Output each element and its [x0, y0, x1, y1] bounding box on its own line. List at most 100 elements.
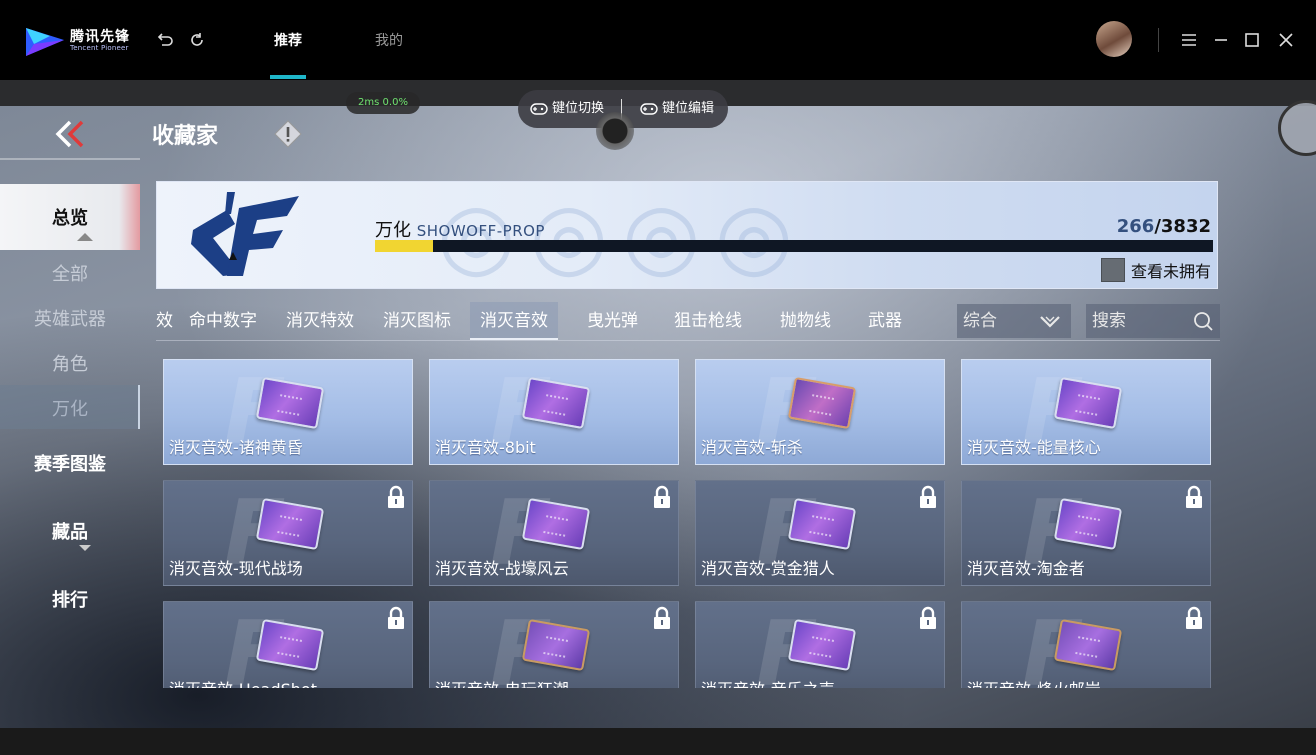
item-card-name: 消灭音效-8bit [435, 438, 536, 457]
item-card-name: 消灭音效-音乐之声 [701, 676, 835, 688]
nav-ranking[interactable]: 排行 [0, 586, 140, 612]
lock-icon [1186, 485, 1202, 508]
lock-icon [920, 606, 936, 629]
item-card[interactable]: F消灭音效-HeadShot [163, 601, 413, 688]
tab-kill-icon[interactable]: 消灭图标 [383, 302, 451, 340]
owned-count: 266 [1116, 216, 1155, 237]
sort-value: 综合 [963, 311, 997, 331]
tab-sniper-line[interactable]: 狙击枪线 [674, 302, 742, 340]
cf-logo-icon [191, 192, 299, 276]
collection-count: 266/3832 [1117, 216, 1211, 237]
close-icon[interactable] [1276, 30, 1296, 50]
game-view: 2ms 0.0% 键位切换 键位编辑 收藏家 总览 全部 英雄武器 角色 万化 … [0, 80, 1316, 728]
show-unowned-toggle[interactable]: 查看未拥有 [1100, 258, 1211, 282]
search-input[interactable]: 搜索 [1086, 304, 1220, 338]
latency-value: 2ms [358, 97, 380, 108]
tab-weapons[interactable]: 武器 [868, 302, 902, 340]
lock-icon [388, 485, 404, 508]
lock-icon [654, 485, 670, 508]
banner-title-cn: 万化 [375, 220, 411, 241]
maximize-icon[interactable] [1242, 30, 1262, 50]
tab-parabola[interactable]: 抛物线 [780, 302, 831, 340]
item-card-name: 消灭音效-战壕风云 [435, 559, 569, 578]
tab-partial[interactable]: 效 [156, 302, 173, 340]
key-edit-button[interactable]: 键位编辑 [640, 90, 714, 128]
total-count: /3832 [1154, 216, 1211, 237]
item-card-name: 消灭音效-HeadShot [169, 676, 317, 688]
item-card[interactable]: F 消灭音效-诸神黄昏 [163, 359, 413, 465]
bottom-strip [0, 728, 1316, 755]
item-card-name: 消灭音效-诸神黄昏 [169, 438, 303, 457]
app-logo: 腾讯先锋 Tencent Pioneer [24, 20, 134, 60]
item-card-name: 消灭音效-电玩狂潮 [435, 676, 569, 688]
menu-icon[interactable] [1179, 30, 1199, 50]
item-card[interactable]: F消灭音效-电玩狂潮 [429, 601, 679, 688]
nav-characters[interactable]: 角色 [0, 350, 140, 376]
tab-kill-effect[interactable]: 消灭特效 [286, 302, 354, 340]
banner-title-en: SHOWOFF-PROP [416, 222, 545, 240]
progress-fill [375, 240, 434, 252]
show-unowned-checkbox[interactable] [1100, 258, 1125, 282]
item-card[interactable]: F 消灭音效-斩杀 [695, 359, 945, 465]
user-avatar[interactable] [1096, 21, 1132, 57]
tab-recommend[interactable]: 推荐 [274, 30, 302, 50]
nav-hero-weapons[interactable]: 英雄武器 [0, 305, 140, 331]
nav-overview[interactable]: 总览 [0, 204, 140, 230]
undo-icon[interactable] [155, 30, 175, 50]
sort-dropdown[interactable]: 综合 [957, 304, 1071, 338]
logo-text: 腾讯先锋 [70, 29, 130, 45]
item-card-name: 消灭音效-赏金猎人 [701, 559, 835, 578]
search-placeholder: 搜索 [1092, 311, 1126, 331]
packet-loss-value: 0.0% [382, 97, 408, 108]
key-edit-label: 键位编辑 [662, 101, 715, 116]
category-tabs: 效 命中数字 消灭特效 消灭图标 消灭音效 曳光弹 狙击枪线 抛物线 武器 [156, 302, 956, 342]
logo-mark-icon [26, 28, 64, 56]
tab-mine[interactable]: 我的 [375, 30, 403, 50]
refresh-icon[interactable] [187, 30, 207, 50]
minimize-icon[interactable] [1211, 30, 1231, 50]
info-icon[interactable] [274, 120, 302, 148]
banner-title: 万化 SHOWOFF-PROP [375, 216, 545, 242]
active-tab-indicator [270, 75, 306, 79]
lock-icon [388, 606, 404, 629]
lock-icon [1186, 606, 1202, 629]
item-card[interactable]: F 消灭音效-能量核心 [961, 359, 1211, 465]
item-card[interactable]: F消灭音效-烽火邮岩 [961, 601, 1211, 688]
back-icon[interactable] [54, 118, 86, 150]
collection-progress-bar [375, 240, 1213, 252]
titlebar-divider [1158, 28, 1159, 52]
floating-control-handle[interactable] [596, 112, 634, 150]
window-titlebar: 腾讯先锋 Tencent Pioneer 推荐 我的 [0, 0, 1316, 80]
nav-all[interactable]: 全部 [0, 260, 140, 286]
logo-subtext: Tencent Pioneer [70, 44, 129, 52]
caret-down-icon [79, 545, 91, 551]
caret-up-icon [77, 233, 93, 241]
item-card[interactable]: F 消灭音效-8bit [429, 359, 679, 465]
lock-icon [654, 606, 670, 629]
show-unowned-label: 查看未拥有 [1130, 262, 1211, 281]
item-card-name: 消灭音效-烽火邮岩 [967, 676, 1101, 688]
item-card-name: 消灭音效-现代战场 [169, 559, 303, 578]
key-switch-button[interactable]: 键位切换 [530, 90, 604, 128]
side-round-button[interactable] [1278, 100, 1316, 156]
network-status: 2ms 0.0% [346, 92, 420, 114]
tab-tracer[interactable]: 曳光弹 [587, 302, 638, 340]
progress-marker [229, 252, 237, 260]
lock-icon [920, 485, 936, 508]
nav-season[interactable]: 赛季图鉴 [0, 450, 140, 476]
item-card-name: 消灭音效-能量核心 [967, 438, 1101, 457]
nav-collection[interactable]: 藏品 [0, 518, 140, 544]
search-icon[interactable] [1192, 310, 1214, 332]
item-card[interactable]: F消灭音效-音乐之声 [695, 601, 945, 688]
item-card[interactable]: F 消灭音效-赏金猎人 [695, 480, 945, 586]
gamepad-icon [530, 103, 548, 115]
tab-hit-number[interactable]: 命中数字 [189, 302, 257, 340]
tab-kill-sound[interactable]: 消灭音效 [470, 302, 558, 340]
item-card[interactable]: F 消灭音效-现代战场 [163, 480, 413, 586]
nav-wanhua[interactable]: 万化 [0, 395, 140, 421]
item-card[interactable]: F 消灭音效-淘金者 [961, 480, 1211, 586]
key-switch-label: 键位切换 [552, 101, 605, 116]
page-title: 收藏家 [152, 124, 219, 149]
item-card-name: 消灭音效-斩杀 [701, 438, 803, 457]
item-card[interactable]: F 消灭音效-战壕风云 [429, 480, 679, 586]
